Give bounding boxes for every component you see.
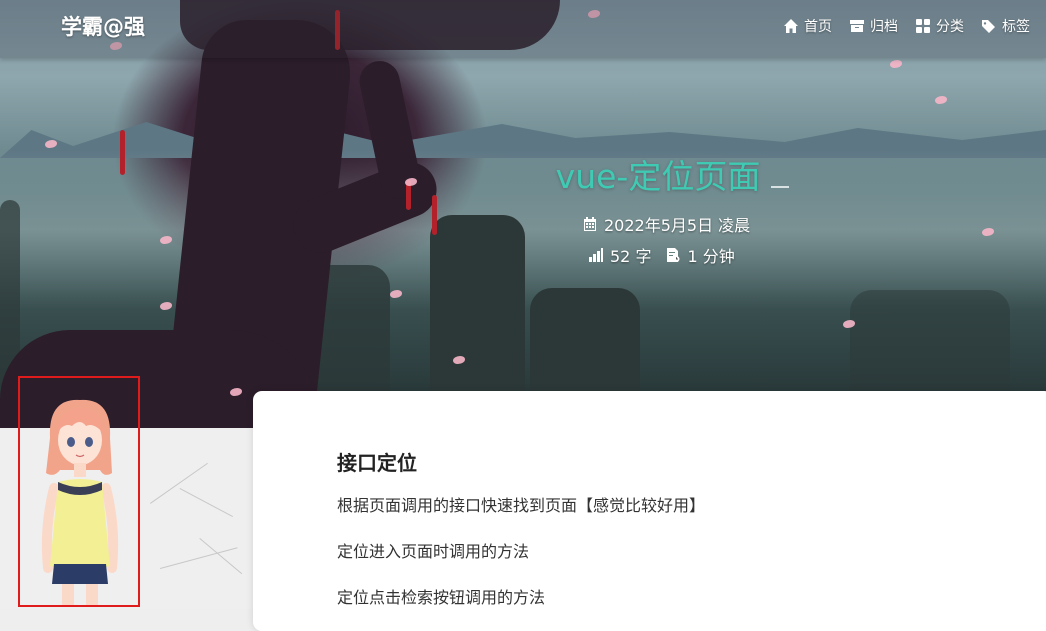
stone-pillar xyxy=(530,288,640,408)
archive-icon xyxy=(850,20,864,32)
site-brand[interactable]: 学霸@强 xyxy=(61,11,145,41)
title-decoration xyxy=(771,186,789,188)
category-icon xyxy=(916,19,930,33)
live2d-mascot[interactable] xyxy=(18,376,140,607)
nav-label-category: 分类 xyxy=(936,19,964,35)
nav-label-home: 首页 xyxy=(804,19,832,35)
word-count: 52 字 xyxy=(610,247,652,266)
petal xyxy=(890,60,902,68)
post-title: vue-定位页面 xyxy=(555,157,761,196)
top-navbar: 学霸@强 首页 归档 分类 标签 xyxy=(0,0,1046,58)
nav-label-archive: 归档 xyxy=(870,19,898,35)
post-stats: 52 字 1 分钟 xyxy=(588,243,735,267)
document-clock-icon xyxy=(667,248,680,262)
red-ribbon xyxy=(432,195,437,235)
stone-pillar xyxy=(430,215,525,405)
stone-pillar xyxy=(850,290,1010,400)
section-heading: 接口定位 xyxy=(337,451,417,475)
decor-line xyxy=(160,547,238,569)
main-nav: 首页 归档 分类 标签 xyxy=(783,16,1030,36)
nav-item-home[interactable]: 首页 xyxy=(783,16,832,36)
post-date: 2022年5月5日 凌晨 xyxy=(582,212,750,236)
post-date-text: 2022年5月5日 凌晨 xyxy=(604,216,751,235)
nav-item-category[interactable]: 分类 xyxy=(915,16,964,36)
hero-banner xyxy=(0,0,1046,428)
nav-item-archive[interactable]: 归档 xyxy=(849,16,898,36)
petal xyxy=(935,96,947,104)
decor-line xyxy=(179,488,233,518)
calendar-icon xyxy=(584,217,596,231)
home-icon xyxy=(784,19,798,33)
content-paragraph: 定位点击检索按钮调用的方法 xyxy=(337,588,546,607)
post-content-card: 接口定位 根据页面调用的接口快速找到页面【感觉比较好用】 定位进入页面时调用的方… xyxy=(253,391,1046,631)
anime-girl-icon xyxy=(41,399,119,605)
tag-icon xyxy=(982,20,995,33)
read-time: 1 分钟 xyxy=(687,247,735,266)
content-paragraph: 根据页面调用的接口快速找到页面【感觉比较好用】 xyxy=(337,496,706,515)
nav-item-tag[interactable]: 标签 xyxy=(981,16,1030,36)
nav-label-tag: 标签 xyxy=(1002,19,1030,35)
chart-bar-icon xyxy=(589,248,603,262)
content-paragraph: 定位进入页面时调用的方法 xyxy=(337,542,530,561)
